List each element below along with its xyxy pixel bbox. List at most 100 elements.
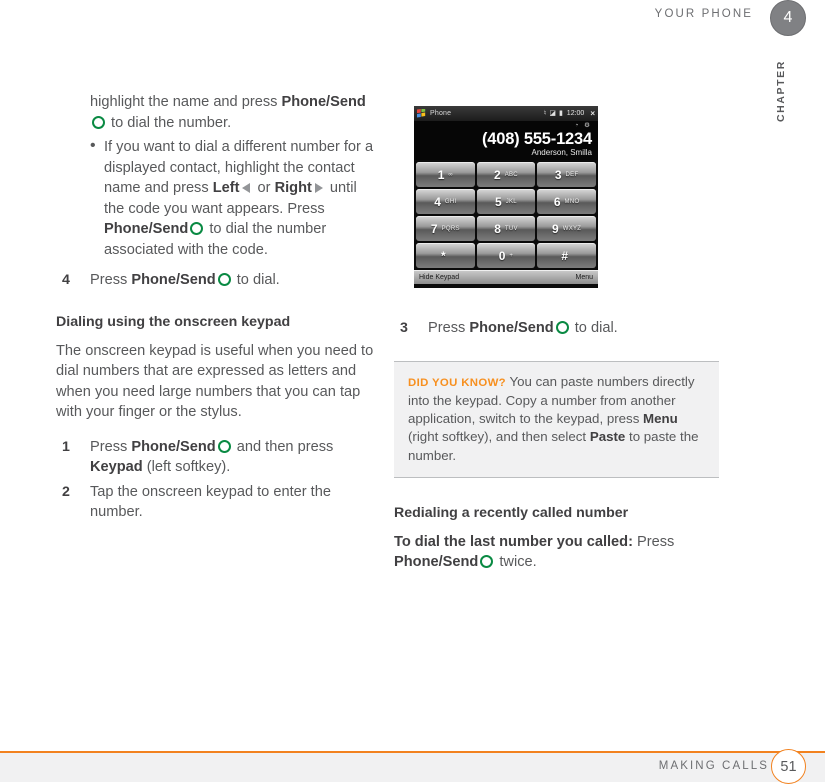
footer-running-title: MAKING CALLS [658,760,769,772]
keypad-key[interactable]: 5 JKL [476,189,536,214]
phone-send-key-icon [555,321,569,334]
key-digit: 5 [495,194,502,209]
phone-title-bar: Phone ♮ ◪ ▮ 12:00 × [414,106,598,121]
step-bold-send: Phone/Send [469,320,554,336]
bullet-bold-right: Right [274,180,312,196]
cont-bold-phone: Phone/ [281,94,331,110]
list-item: • If you want to dial a different number … [56,137,376,260]
page-header: YOUR PHONE 4 [0,0,825,36]
close-icon: × [590,108,595,118]
keypad-key[interactable]: * [416,243,475,268]
signal-icon: ◪ [549,110,556,117]
bullet-bold-left: Left [212,180,240,196]
step-prefix: Press [90,438,132,455]
key-letters: ABC [504,171,518,178]
keypad-key[interactable]: 7 PQRS [416,216,475,241]
key-digit: # [561,248,568,263]
section-heading: Redialing a recently called number [394,504,629,521]
step-bold-keypad: Keypad [90,459,143,475]
key-digit: 0 [498,248,506,263]
key-letters: MNO [564,198,580,205]
bullet-part2: or [253,180,275,196]
step-mid: and then press [232,438,334,455]
phone-send-key-icon [190,222,204,235]
chapter-number-badge: 4 [770,0,806,36]
keypad-key[interactable]: 6 MNO [537,189,596,214]
phone-number-display: ◔ ⚙ (408) 555-1234 Anderson, Smilla [414,121,598,160]
key-letters: GHI [444,198,457,205]
key-letters: + [509,252,514,259]
section-heading: Dialing using the onscreen keypad [56,313,291,330]
step-number: 3 [400,320,408,336]
continued-paragraph: highlight the name and press Phone/Send … [56,92,376,133]
cont-suffix: to dial the number. [107,114,232,131]
phone-send-key-icon [92,115,105,129]
phone-status-icons: ♮ ◪ ▮ 12:00 × [543,108,595,118]
tip-bold-paste: Paste [589,429,626,445]
tip-text: DID YOU KNOW? You can paste numbers dire… [408,373,705,465]
key-digit: 1 [437,167,445,182]
tip-bold-menu: Menu [643,411,678,427]
step-bold-send: Phone/Send [131,438,216,455]
keypad-key[interactable]: 3 DEF [537,162,596,187]
step-number: 2 [62,483,70,500]
key-digit: 3 [554,167,562,182]
keypad-key[interactable]: # [537,243,596,268]
step-prefix: Tap the onscreen keypad to enter the num… [90,483,331,521]
left-column: highlight the name and press Phone/Send … [56,92,376,527]
volume-icon: ♮ [543,110,547,117]
dialed-number: (408) 555-1234 [481,130,592,148]
redial-part1: Press [632,533,675,550]
step-bold-send: Phone/Send [131,272,216,288]
key-digit: 8 [494,221,501,236]
running-head-title: YOUR PHONE [654,8,753,20]
step-suffix: to dial. [570,320,618,336]
tip-label: DID YOU KNOW? [408,376,506,389]
keypad-key[interactable]: 9 WXYZ [537,216,596,241]
right-softkey-label[interactable]: Menu [575,274,593,281]
phone-send-key-icon [217,273,231,286]
key-digit: 9 [552,221,559,236]
redial-part2: twice. [495,554,537,571]
phone-send-key-icon [480,555,494,569]
phone-dialer-screenshot: Phone ♮ ◪ ▮ 12:00 × ◔ ⚙ (408) 555-1234 A… [414,106,598,288]
keypad-key[interactable]: 8 TUV [476,216,536,241]
keypad-key[interactable]: 0 + [476,243,536,268]
cont-prefix: highlight the name and press [90,94,282,110]
key-digit: * [440,248,446,263]
key-letters: JKL [505,198,517,205]
numbered-step: 1 Press Phone/Send and then press Keypad … [56,437,376,478]
step-suffix: (left softkey). [142,459,231,475]
redial-bold-send: Phone/Send [394,554,479,571]
did-you-know-callout: DID YOU KNOW? You can paste numbers dire… [394,360,719,478]
windows-logo-icon [417,109,426,118]
key-letters: DEF [565,171,579,178]
keypad-key[interactable]: 2 ABC [476,162,536,187]
numbered-step: 3 Press Phone/Send to dial. [394,318,719,339]
phone-call-status-icons: ◔ ⚙ [574,122,592,129]
key-digit: 6 [553,194,561,209]
right-arrow-icon [314,183,323,193]
left-arrow-icon [242,183,251,193]
phone-softkey-bar: Hide Keypad Menu [414,270,598,284]
cont-bold-send: Send [330,94,366,110]
bullet-dot-icon: • [90,137,96,154]
onscreen-keypad[interactable]: 1 ∞ 2 ABC 3 DEF 4 GHI 5 JKL 6 MNO 7 PQRS 8 TUV 9… [414,160,598,270]
right-column: Phone ♮ ◪ ▮ 12:00 × ◔ ⚙ (408) 555-1234 A… [394,92,719,585]
step-number: 1 [62,438,70,455]
key-letters: PQRS [441,225,460,232]
bullet-bold-send: Phone/Send [104,221,189,237]
chapter-label: CHAPTER [775,60,787,122]
step-suffix: to dial. [232,272,280,288]
step-prefix: Press [428,320,470,336]
key-letters: ∞ [448,171,453,178]
battery-icon: ▮ [558,110,563,117]
intro-paragraph: The onscreen keypad is useful when you n… [56,342,374,421]
redial-paragraph: To dial the last number you called: Pres… [394,532,719,573]
keypad-key[interactable]: 1 ∞ [416,162,475,187]
key-digit: 2 [494,167,501,182]
phone-app-title: Phone [430,110,452,117]
left-softkey-label[interactable]: Hide Keypad [419,274,459,281]
step-number: 4 [62,272,70,288]
keypad-key[interactable]: 4 GHI [416,189,475,214]
